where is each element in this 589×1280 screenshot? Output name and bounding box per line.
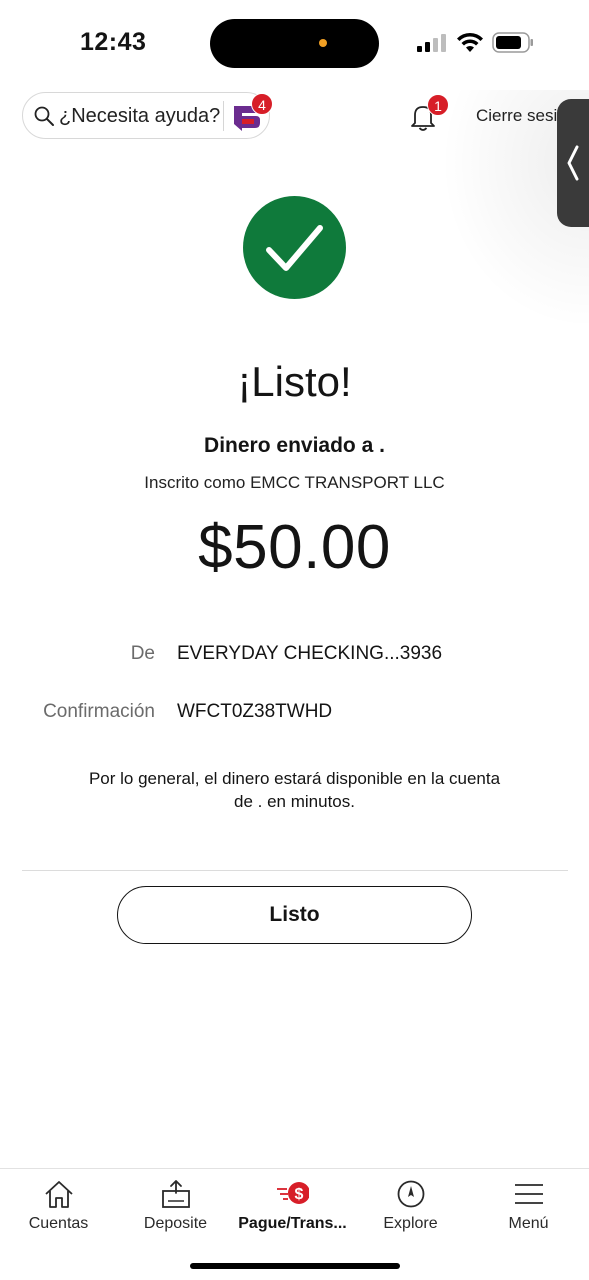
home-icon [45,1181,73,1208]
enrolled-as-text: Inscrito como EMCC TRANSPORT LLC [144,473,445,492]
dynamic-island [210,19,379,68]
help-search-placeholder[interactable]: ¿Necesita ayuda? [59,105,220,128]
nav-item-menu[interactable]: Menú [470,1169,587,1249]
fargo-badge: 4 [251,93,273,115]
nav-item-accounts[interactable]: Cuentas [0,1169,117,1249]
nav-label-menu: Menú [508,1215,549,1232]
from-account-value: EVERYDAY CHECKING...3936 [177,643,443,664]
compass-icon [397,1180,425,1208]
pay-transfer-icon: $ [277,1182,309,1204]
search-icon [34,106,54,126]
divider [22,870,568,871]
side-panel-tab[interactable] [557,99,589,227]
nav-label-deposit: Deposite [143,1215,208,1232]
nav-label-explore: Explore [383,1215,438,1232]
success-check-icon [243,196,346,299]
help-search-pill[interactable]: ¿Necesita ayuda? 4 [22,92,273,139]
from-label: De [130,643,155,664]
availability-note: Por lo general, el dinero estará disponi… [88,769,501,811]
help-divider [223,101,224,131]
deposit-icon [162,1180,190,1208]
signal-icon [417,34,446,52]
logout-link[interactable]: Cierre sesión [476,106,557,126]
home-indicator[interactable] [190,1263,400,1269]
confirmation-number-value: WFCT0Z38TWHD [177,701,333,722]
money-sent-heading: Dinero enviado a . [204,434,385,457]
battery-icon [492,32,533,53]
status-time: 12:43 [80,28,147,56]
menu-icon [515,1184,543,1204]
svg-text:$: $ [295,1186,304,1203]
nav-label-pay-transfer: Pague/Trans... [238,1215,347,1232]
nav-item-pay-transfer[interactable]: $ Pague/Trans... [234,1169,351,1249]
mic-indicator-dot [319,39,327,47]
nav-item-explore[interactable]: Explore [352,1169,469,1249]
page-title: ¡Listo! [237,358,352,405]
nav-label-accounts: Cuentas [28,1215,89,1232]
nav-item-deposit[interactable]: Deposite [117,1169,234,1249]
notifications-badge: 1 [427,94,449,116]
wifi-icon [457,32,483,52]
transfer-amount: $50.00 [198,513,391,582]
chevron-left-icon [567,145,579,181]
confirmation-label: Confirmación [43,701,155,722]
status-bar: 12:43 [0,0,589,80]
done-button[interactable]: Listo [117,886,472,944]
